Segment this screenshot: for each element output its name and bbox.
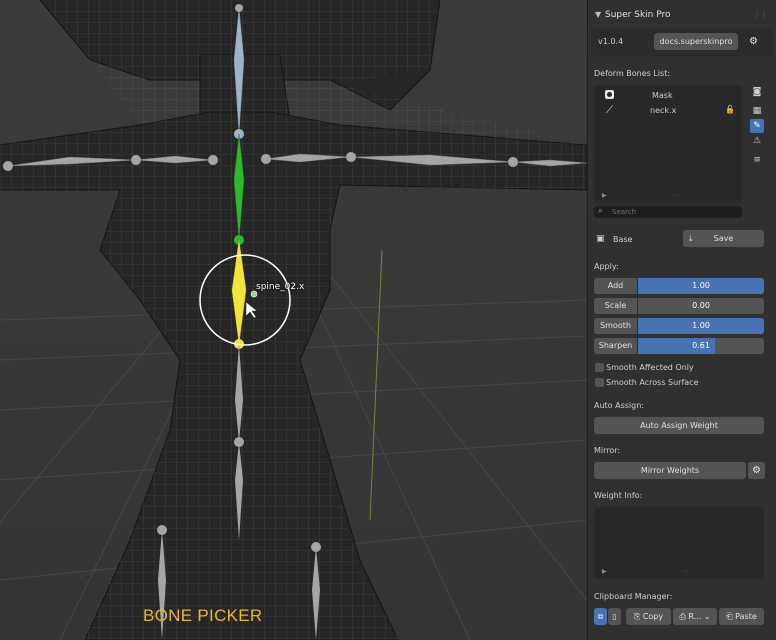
- add-slider-label: Add: [594, 278, 637, 294]
- clipboard-mode-a-icon[interactable]: ⧉: [594, 608, 607, 625]
- auto-assign-weight-button[interactable]: Auto Assign Weight: [594, 417, 764, 434]
- base-label[interactable]: Base: [613, 235, 632, 244]
- weight-info-expand-icon[interactable]: ▶: [602, 568, 607, 575]
- panel-title: Super Skin Pro: [605, 10, 671, 20]
- panel-header[interactable]: ▼ Super Skin Pro ⋮⋮: [588, 5, 776, 25]
- viewport-scene: [0, 0, 587, 640]
- bone-list-item-neck[interactable]: neck.x: [650, 106, 676, 115]
- drag-grip-icon[interactable]: ⋮⋮: [753, 10, 768, 19]
- deform-bones-list[interactable]: [594, 85, 742, 203]
- head-joint: [235, 4, 243, 12]
- tool-mode-label: BONE PICKER: [143, 606, 263, 625]
- scale-slider[interactable]: Scale 0.00: [594, 298, 764, 314]
- smooth-affected-only-checkbox[interactable]: [595, 363, 604, 372]
- weight-info-resize-icon[interactable]: ⋯: [682, 568, 688, 575]
- weight-info-box: [594, 507, 764, 579]
- super-skin-pro-panel: ▼ Super Skin Pro ⋮⋮ v1.0.4 docs.superski…: [587, 0, 776, 640]
- wrench-icon[interactable]: ✎: [750, 119, 764, 133]
- paste-icon: ⎗: [726, 612, 736, 621]
- chevron-down-icon[interactable]: ▼: [595, 10, 601, 19]
- sharpen-slider-value: 0.61: [692, 341, 710, 350]
- smooth-across-surface-label: Smooth Across Surface: [606, 378, 699, 387]
- save-button[interactable]: ⤓ Save: [683, 230, 764, 247]
- warning-icon[interactable]: ⚠: [750, 134, 764, 148]
- copy-icon: ⎘: [633, 612, 643, 621]
- left-hip-joint: [157, 525, 167, 535]
- smooth-affected-only-label: Smooth Affected Only: [606, 363, 694, 372]
- bone-icon: ⟋: [606, 105, 613, 116]
- docs-button[interactable]: docs.superskinpro: [654, 33, 738, 50]
- deform-bones-label: Deform Bones List:: [594, 69, 671, 78]
- version-label: v1.0.4: [598, 37, 624, 46]
- smooth-slider-value: 1.00: [692, 321, 710, 330]
- copy-mode-dropdown[interactable]: ⎙ R... ⌄: [673, 608, 717, 625]
- chevron-down-icon: ⌄: [701, 612, 711, 621]
- mirror-label: Mirror:: [594, 446, 621, 455]
- lock-icon[interactable]: 🔓: [725, 105, 735, 114]
- list-grid-icon[interactable]: ▦: [750, 104, 764, 118]
- auto-assign-label: Auto Assign:: [594, 401, 644, 410]
- add-slider[interactable]: Add 1.00: [594, 278, 764, 294]
- base-icon: ▣: [596, 234, 605, 244]
- smooth-across-surface-checkbox[interactable]: [595, 378, 604, 387]
- search-input[interactable]: Search: [612, 208, 636, 216]
- 3d-viewport[interactable]: spine_02.x BONE PICKER: [0, 0, 587, 640]
- mask-icon: [605, 90, 614, 99]
- mask-toggle-icon[interactable]: ◙: [750, 85, 764, 99]
- copy-button[interactable]: ⎘ Copy: [626, 608, 671, 625]
- clipboard-mode-b-icon[interactable]: ▯: [608, 608, 621, 625]
- mirror-settings-gear-icon[interactable]: ⚙: [748, 462, 765, 479]
- active-bone-label: spine_02.x: [256, 282, 305, 292]
- bone-list-item-mask[interactable]: Mask: [652, 91, 673, 100]
- add-slider-value: 1.00: [692, 281, 710, 290]
- weight-info-label: Weight Info:: [594, 491, 643, 500]
- menu-icon[interactable]: ≡: [750, 153, 764, 167]
- clipboard-manager-label: Clipboard Manager:: [594, 592, 673, 601]
- smooth-slider[interactable]: Smooth 1.00: [594, 318, 764, 334]
- right-hip-joint: [311, 542, 321, 552]
- scale-slider-value: 0.00: [692, 301, 710, 310]
- sharpen-slider[interactable]: Sharpen 0.61: [594, 338, 764, 354]
- download-icon: ⤓: [689, 234, 693, 243]
- smooth-slider-label: Smooth: [594, 318, 637, 334]
- paste-button[interactable]: ⎗ Paste: [719, 608, 764, 625]
- scale-slider-label: Scale: [594, 298, 637, 314]
- gear-icon[interactable]: ⚙: [745, 33, 762, 50]
- mirror-weights-button[interactable]: Mirror Weights: [594, 462, 746, 479]
- sharpen-slider-label: Sharpen: [594, 338, 637, 354]
- apply-label: Apply:: [594, 262, 619, 271]
- search-icon: ⌕: [598, 206, 604, 216]
- resize-grip-icon[interactable]: ⋯: [672, 192, 678, 199]
- expand-arrow-icon[interactable]: ▶: [602, 192, 607, 199]
